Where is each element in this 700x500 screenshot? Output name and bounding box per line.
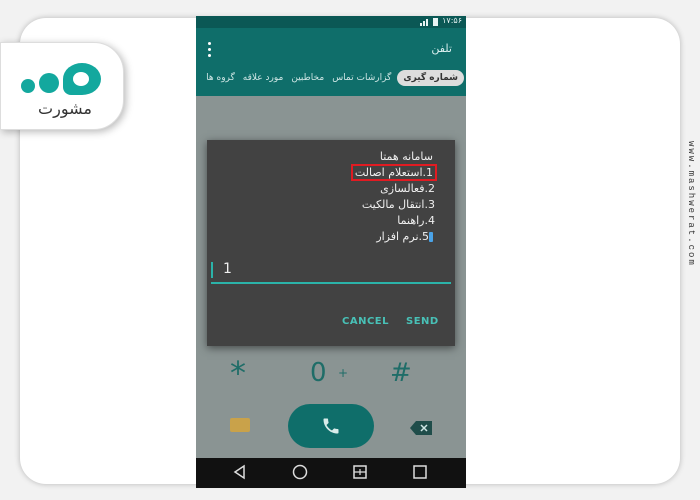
call-button[interactable] — [288, 404, 374, 448]
backspace-icon[interactable] — [410, 420, 432, 435]
ussd-option: 1.استعلام اصالت — [350, 164, 438, 181]
cancel-button[interactable]: CANCEL — [342, 316, 389, 327]
key-hash[interactable]: # — [390, 358, 412, 388]
text-caret — [211, 262, 213, 278]
key-zero[interactable]: 0 — [310, 358, 327, 388]
status-bar: ۱۷:۵۶ — [196, 16, 466, 28]
app-title: تلفن — [431, 42, 452, 55]
ussd-option: 4.راهنما — [397, 214, 435, 227]
recents-icon[interactable] — [412, 464, 428, 484]
signal-icon — [420, 18, 430, 26]
tab-favorites[interactable]: مورد علاقه — [241, 71, 286, 85]
back-icon[interactable] — [232, 464, 248, 484]
tab-dialpad[interactable]: شماره گیری — [397, 70, 464, 86]
software-icon — [429, 232, 433, 242]
nav-bar — [196, 458, 466, 488]
highlighted-option: 1.استعلام اصالت — [350, 164, 438, 181]
dialpad-actions — [196, 404, 466, 448]
key-plus: + — [338, 366, 349, 380]
tab-contacts[interactable]: مخاطبین — [289, 71, 326, 85]
tab-groups[interactable]: گروه ها — [204, 71, 237, 85]
key-star[interactable]: * — [230, 354, 246, 392]
tab-bar: شماره گیری گزارشات تماس مخاطبین مورد علا… — [196, 66, 466, 90]
phone-icon — [323, 418, 339, 434]
battery-icon — [433, 18, 438, 26]
phone-screen: ۱۷:۵۶ تلفن شماره گیری گزارشات تماس مخاطب… — [196, 16, 466, 488]
dialog-title: سامانه همتا — [379, 150, 433, 163]
tab-call-log[interactable]: گزارشات تماس — [330, 71, 393, 85]
dual-window-icon[interactable] — [352, 464, 368, 484]
ussd-option: 3.انتقال مالکیت — [361, 198, 435, 211]
logo-dot-small — [21, 79, 35, 93]
message-icon[interactable] — [230, 418, 250, 432]
ussd-dialog: سامانه همتا 1.استعلام اصالت 2.فعالسازی 3… — [207, 140, 455, 346]
send-button[interactable]: SEND — [406, 316, 439, 327]
ussd-option: 2.فعالسازی — [380, 182, 435, 195]
ussd-option-label: 5.نرم افزار — [376, 230, 429, 243]
logo-bubble-icon — [63, 63, 101, 95]
home-icon[interactable] — [292, 464, 308, 484]
logo-badge: مشورت — [0, 42, 124, 130]
kebab-menu-icon[interactable] — [208, 42, 212, 58]
reply-input[interactable]: 1 — [211, 258, 451, 284]
logo-text: مشورت — [38, 99, 92, 118]
dialpad-row: * 0 + # — [196, 354, 466, 392]
status-time: ۱۷:۵۶ — [442, 16, 462, 25]
logo-dot-medium — [39, 73, 59, 93]
ussd-option: 5.نرم افزار — [353, 229, 435, 245]
site-watermark: www.mashwerat.com — [686, 141, 696, 267]
reply-value: 1 — [223, 261, 232, 277]
ussd-options: 1.استعلام اصالت 2.فعالسازی 3.انتقال مالک… — [350, 164, 438, 245]
